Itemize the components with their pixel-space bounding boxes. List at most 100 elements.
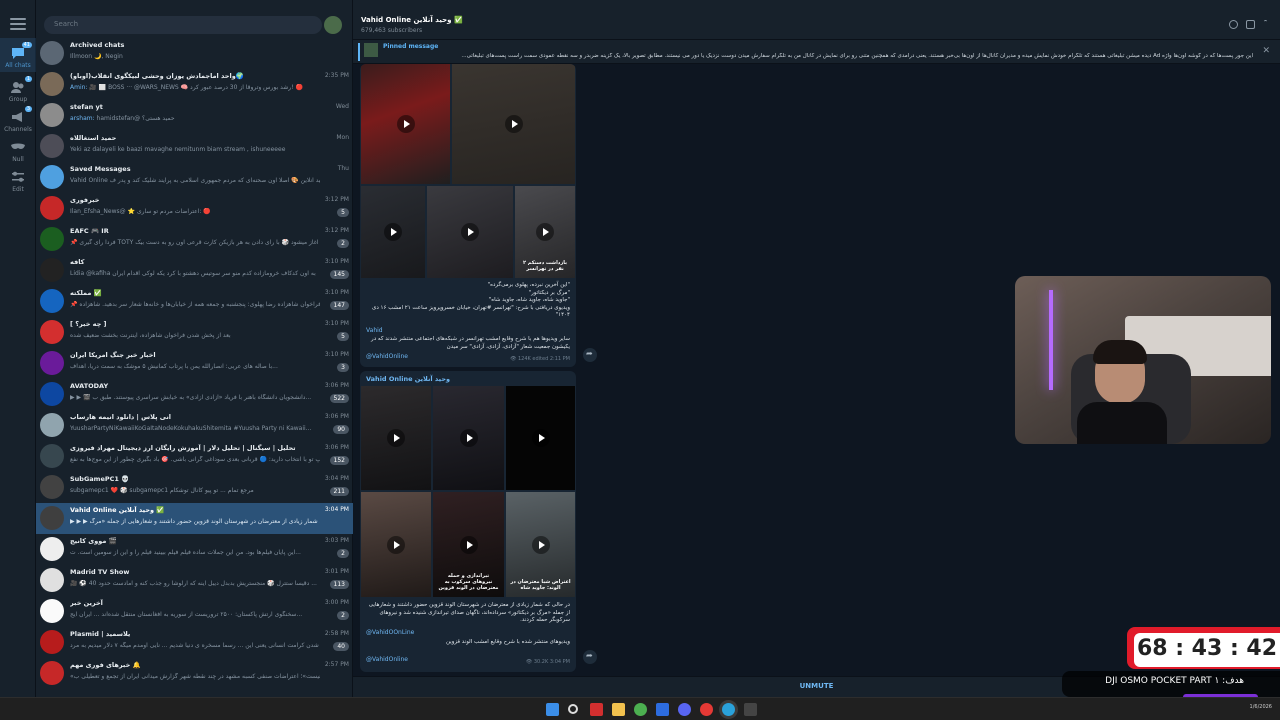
search-input[interactable]: Search <box>44 16 322 34</box>
folder-null[interactable]: Null <box>0 140 36 163</box>
chat-list-item[interactable]: انی پلاس | دانلود انیمه هارساب YuusharPa… <box>36 410 353 441</box>
forward-icon[interactable] <box>583 650 597 664</box>
play-icon[interactable] <box>384 223 402 241</box>
chat-preview: بعد از پخش شدن فراخوان شاهزاده، اینترنت … <box>70 332 320 339</box>
video-caption: تیراندازی و حمله نیروهای سرکوب به معترضا… <box>438 573 499 591</box>
video-thumbnail[interactable] <box>361 492 431 597</box>
video-thumbnail[interactable] <box>506 386 575 490</box>
preview-text: این پایان فیلم‌ها بود. من این جملات ساده… <box>70 549 301 556</box>
video-thumbnail[interactable] <box>427 186 513 278</box>
windows-start-icon[interactable] <box>546 703 559 716</box>
file-explorer-icon[interactable] <box>612 703 625 716</box>
play-icon[interactable] <box>504 115 523 133</box>
video-thumbnail[interactable] <box>361 386 431 490</box>
post-meta: 👁 30.2K 3:04 PM <box>525 659 570 665</box>
youtube-icon[interactable] <box>700 703 713 716</box>
chat-list-item[interactable]: Vahid Online وحید آنلاین ✅ ▶ ▶ ▶ در حالی… <box>36 503 353 534</box>
unread-count-badge: 152 <box>329 456 349 465</box>
chat-list-item[interactable]: Archived chats Illmoon 🌙, Negin <box>36 38 353 69</box>
preview-text: سخنگوی ارتش پاکستان: ۲۵۰۰ تروریست از سور… <box>70 611 303 618</box>
app-icon-misc[interactable] <box>744 703 757 716</box>
pinned-message-bar[interactable]: Pinned message این جور پست‌ها که در گوشه… <box>353 40 1280 64</box>
unread-count-badge: 145 <box>329 270 349 279</box>
chat-time: 3:04 PM <box>324 475 349 482</box>
play-icon[interactable] <box>459 429 478 447</box>
chat-list-item[interactable]: حمید استغاللاه Yeki az dalayeli ke baazi… <box>36 131 353 162</box>
unread-count-badge: 211 <box>329 487 349 496</box>
play-icon[interactable] <box>387 429 405 447</box>
play-icon[interactable] <box>536 223 554 241</box>
avatar[interactable] <box>324 16 342 34</box>
discord-icon[interactable] <box>678 703 691 716</box>
folder-all-chats[interactable]: 41 All chats <box>0 38 36 72</box>
play-icon[interactable] <box>459 535 478 554</box>
search-icon[interactable] <box>568 704 578 714</box>
chat-time: 3:03 PM <box>324 537 349 544</box>
video-thumbnail[interactable]: اعتراض شبا معترضان در الوند: جاوید شاه <box>506 492 575 597</box>
folder-group[interactable]: 1 Group <box>0 76 36 103</box>
channel-title[interactable]: Vahid Online وحید آنلاین ✅ <box>361 16 463 24</box>
more-options-icon[interactable] <box>1264 20 1267 30</box>
play-icon[interactable] <box>461 223 479 241</box>
post-line: ویدیوی دریافتی با شرح: "تهرانسر #تهران، … <box>372 304 570 319</box>
chat-list-item[interactable]: Plasmid | یلاسمید له شدن کرامت انسانی یع… <box>36 627 353 658</box>
chat-name: stefan yt <box>70 103 103 111</box>
play-icon[interactable] <box>387 535 405 554</box>
chat-list-item[interactable]: خبرفوری Ilan_Efsha_News@ ⭐ اعتراضات مردم… <box>36 193 353 224</box>
post-link[interactable]: @VahidOOnLine <box>366 629 414 636</box>
play-icon[interactable] <box>531 535 550 554</box>
preview-text: «کرش حق ما نیست»؛ اعتراضات صنفی کسبه مشه… <box>70 673 320 680</box>
folder-channels[interactable]: 3 Channels <box>0 106 36 133</box>
play-icon[interactable] <box>531 429 550 447</box>
chat-list-item[interactable]: آخرین خبر سخنگوی ارتش پاکستان: ۲۵۰۰ ترور… <box>36 596 353 627</box>
search-icon[interactable] <box>1229 20 1238 29</box>
chat-list-item[interactable]: خبرهای فوری مهم 🔔 «کرش حق ما نیست»؛ اعتر… <box>36 658 353 689</box>
chat-list-item[interactable]: واحد اماجمادش یوزان وحشی لبیکگوی انقلاب(… <box>36 69 353 100</box>
video-thumbnail[interactable]: تیراندازی و حمله نیروهای سرکوب به معترضا… <box>433 492 504 597</box>
chat-list-item[interactable]: اخبار خبر جنگ امریکا ایران با صاله های ع… <box>36 348 353 379</box>
app-icon-recorder[interactable] <box>590 703 603 716</box>
group-icon: 1 <box>10 76 32 94</box>
post-author[interactable]: Vahid Online وحید آنلاین <box>366 375 450 383</box>
chat-list-item[interactable]: stefan yt arsham: hamidstefan@ حمید هستی؟… <box>36 100 353 131</box>
chat-list-item[interactable]: مملکته ✅ 📌 فراخوان شاهزاده رضا پهلوی: پن… <box>36 286 353 317</box>
unread-badge: 41 <box>21 42 32 48</box>
chat-list-item[interactable]: [ چه خبر؟ ] بعد از پخش شدن فراخوان شاهزا… <box>36 317 353 348</box>
chrome-icon[interactable] <box>634 703 647 716</box>
close-icon[interactable]: ✕ <box>1262 46 1270 56</box>
preview-text: 📌 فردا رای گیری TOTY آغاز میشود 🎲 با رای… <box>70 239 320 246</box>
channel-handle-link[interactable]: @VahidOnline <box>366 353 408 360</box>
video-thumbnail[interactable]: بازداشت دستکم ۲ نفر در تهرانسر <box>515 186 575 278</box>
chat-list-item[interactable]: Madrid TV Show 🎥 ⚽ دقیسا ستترل 🎲 منجستری… <box>36 565 353 596</box>
chat-list-item[interactable]: SubGamePC1 💀 subgamepc1 ❤️ 🎲 subgamepc1 … <box>36 472 353 503</box>
chat-avatar <box>40 444 64 468</box>
menu-icon[interactable] <box>10 18 26 30</box>
chat-name: انی پلاس | دانلود انیمه هارساب <box>70 413 172 421</box>
video-caption: اعتراض شبا معترضان در الوند: جاوید شاه <box>510 579 571 591</box>
telegram-icon[interactable] <box>722 703 735 716</box>
folder-edit[interactable]: Edit <box>0 170 36 193</box>
chat-name: EAFC 🎮 IR <box>70 227 109 235</box>
chat-list-item[interactable]: مووی کانیج 🎬 این پایان فیلم‌ها بود. من ا… <box>36 534 353 565</box>
chat-avatar <box>40 72 64 96</box>
chat-list-item[interactable]: تحلیل | سیگنال | تحلیل دلار | آموزش رایگ… <box>36 441 353 472</box>
sidebar-toggle-icon[interactable] <box>1246 20 1255 29</box>
app-icon-blue[interactable] <box>656 703 669 716</box>
chat-list-item[interactable]: EAFC 🎮 IR 📌 فردا رای گیری TOTY آغاز میشو… <box>36 224 353 255</box>
channel-handle-link[interactable]: @VahidOnline <box>366 656 408 663</box>
video-thumbnail[interactable] <box>452 64 575 184</box>
chat-avatar <box>40 537 64 561</box>
chat-preview: این پایان فیلم‌ها بود. من این جملات ساده… <box>70 549 320 556</box>
preview-sender: Amin: <box>70 84 88 91</box>
post-link[interactable]: Vahid <box>366 327 383 334</box>
chat-list-item[interactable]: Saved Messages Vahid Online وحید آنلاین … <box>36 162 353 193</box>
video-thumbnail[interactable] <box>361 186 425 278</box>
chat-list-item[interactable]: AVATODAY ▶ ▶ 🎬 دانشجویان دانشگاه باهنر ب… <box>36 379 353 410</box>
video-thumbnail[interactable] <box>361 64 450 184</box>
chat-preview: له شدن کرامت انسانی یعنی این ... رسما مس… <box>70 642 320 649</box>
play-icon[interactable] <box>396 115 415 133</box>
forward-icon[interactable] <box>583 348 597 362</box>
video-thumbnail[interactable] <box>433 386 504 490</box>
goal-text: DJI OSMO POCKET PART ۱ :هدف <box>1105 676 1244 686</box>
chat-list-item[interactable]: کافه Lidia @kafiha به اون کدکاف خرومازاد… <box>36 255 353 286</box>
